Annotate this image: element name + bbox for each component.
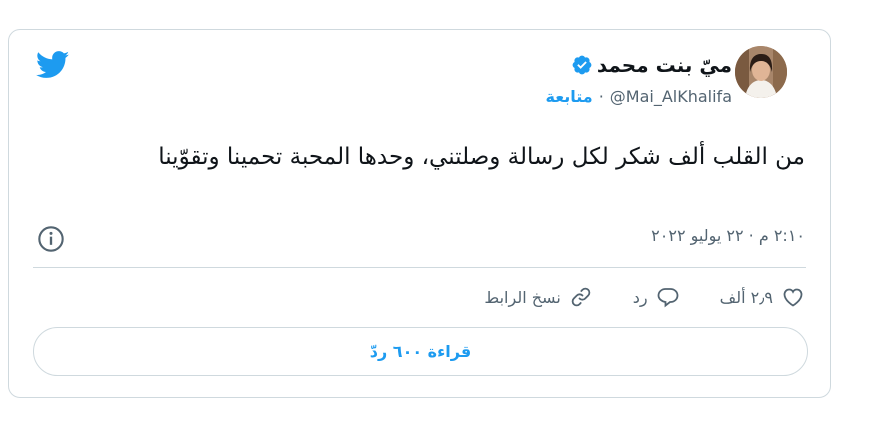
tweet-text: من القلب ألف شكر لكل رسالة وصلتني، وحدها… bbox=[158, 144, 805, 170]
author-handle[interactable]: @Mai_AlKhalifa bbox=[610, 87, 732, 106]
author-handle-row: @Mai_AlKhalifa · متابعة bbox=[546, 84, 733, 108]
separator-dot: · bbox=[598, 86, 604, 106]
divider bbox=[33, 267, 806, 268]
copy-link-label: نسخ الرابط bbox=[484, 287, 561, 307]
author-name[interactable]: ميّ بنت محمد bbox=[597, 53, 732, 77]
tweet-actions: ٢٫٩ ألف رد نسخ الرابط bbox=[484, 282, 805, 312]
link-icon bbox=[571, 287, 591, 307]
follow-link[interactable]: متابعة bbox=[546, 87, 593, 106]
like-count: ٢٫٩ ألف bbox=[719, 287, 773, 307]
like-button[interactable]: ٢٫٩ ألف bbox=[720, 285, 805, 309]
heart-icon bbox=[783, 288, 803, 307]
reply-label: رد bbox=[632, 287, 648, 307]
copy-link-button[interactable]: نسخ الرابط bbox=[484, 285, 592, 309]
tweet-timestamp[interactable]: ٢:١٠ م · ٢٢ يوليو ٢٠٢٢ bbox=[651, 226, 805, 245]
author-name-row: ميّ بنت محمد bbox=[571, 52, 732, 78]
read-replies-button[interactable]: قراءة ٦٠٠ ردّ bbox=[33, 327, 808, 376]
avatar[interactable] bbox=[735, 46, 787, 98]
avatar-image bbox=[735, 46, 787, 98]
tweet-card: ميّ بنت محمد @Mai_AlKhalifa · متابعة من … bbox=[8, 29, 831, 398]
info-icon[interactable] bbox=[37, 225, 65, 253]
reply-button[interactable]: رد bbox=[633, 285, 680, 309]
reply-bubble-icon bbox=[657, 288, 679, 308]
twitter-bird-icon[interactable] bbox=[36, 51, 70, 79]
verified-badge-icon bbox=[572, 55, 592, 75]
